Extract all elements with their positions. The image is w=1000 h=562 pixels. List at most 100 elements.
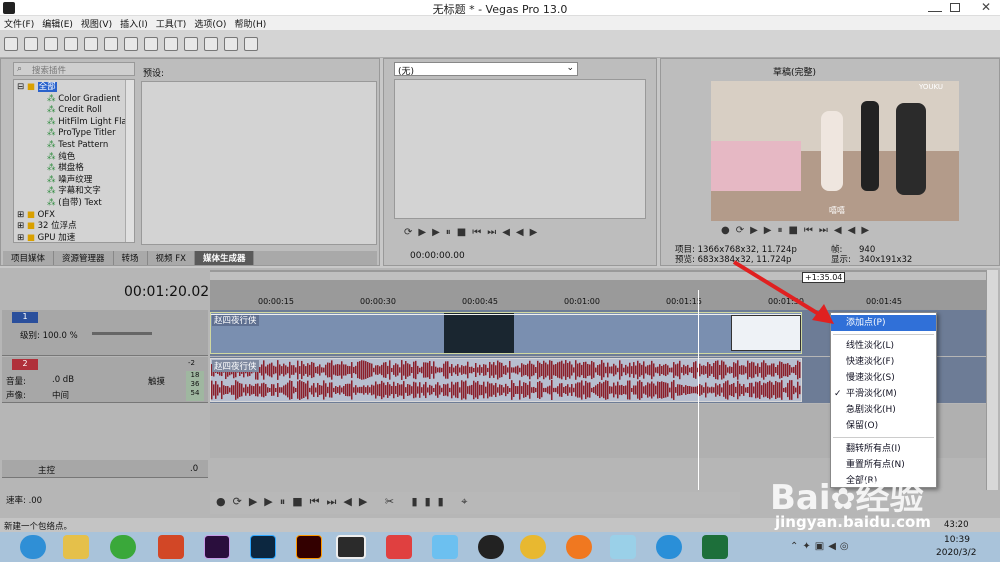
level-slider[interactable]: [92, 332, 152, 335]
baidu-watermark-url: jingyan.baidu.com: [775, 513, 931, 531]
menu-item-linear-fade[interactable]: 线性淡化(L): [831, 338, 936, 354]
tree-item-generator[interactable]: ⁂ 噪声纹理: [17, 175, 134, 187]
tree-item-generator[interactable]: ⁂ 棋盘格: [17, 163, 134, 175]
illustrator-icon[interactable]: [296, 535, 322, 559]
video-track-header[interactable]: 1 级别: 100.0 %: [2, 310, 208, 356]
tree-item-generator[interactable]: ⁂ (自带) Text: [17, 198, 134, 210]
app-icon[interactable]: [610, 535, 636, 559]
menu-item-add-point[interactable]: 添加点(P): [831, 315, 936, 331]
preview-quality[interactable]: 草稿(完整): [773, 65, 816, 78]
tab-explorer[interactable]: 资源管理器: [54, 251, 114, 265]
tree-item-32bit[interactable]: ⊞ ■ 32 位浮点: [17, 221, 134, 233]
open-icon[interactable]: [24, 37, 38, 51]
folder-icon: ■: [26, 221, 35, 232]
tree-item-generator[interactable]: ⁂ 字幕和文字: [17, 186, 134, 198]
undo-icon[interactable]: [184, 37, 198, 51]
chrome-icon[interactable]: [520, 535, 546, 559]
folder-icon: ■: [26, 209, 35, 220]
menu-help[interactable]: 帮助(H): [230, 16, 270, 31]
video-clip[interactable]: 赵四夜行侠: [210, 312, 802, 354]
vegas-icon[interactable]: [336, 535, 366, 559]
new-icon[interactable]: [4, 37, 18, 51]
wechat-icon[interactable]: [110, 535, 136, 559]
file-explorer-icon[interactable]: [63, 535, 89, 559]
tree-expand-icon: ⊞: [17, 232, 25, 243]
tree-item-generator[interactable]: ⁂ Test Pattern: [17, 140, 134, 152]
menu-insert[interactable]: 插入(I): [116, 16, 152, 31]
menu-item-fast-fade[interactable]: 快速淡化(F): [831, 354, 936, 370]
menu-file[interactable]: 文件(F): [0, 16, 38, 31]
close-button[interactable]: ✕: [973, 0, 999, 15]
tree-expand-icon: ⊟: [17, 82, 25, 92]
auto-crossfade-icon[interactable]: [244, 37, 258, 51]
menu-item-smooth-fade[interactable]: ✓ 平滑淡化(M): [831, 386, 936, 402]
premiere-icon[interactable]: [204, 535, 230, 559]
loop-region-bar[interactable]: [210, 272, 986, 280]
menu-edit[interactable]: 编辑(E): [38, 16, 77, 31]
tree-item-generator[interactable]: ⁂ ProType Titler: [17, 128, 134, 140]
cut-icon[interactable]: [124, 37, 138, 51]
automation-mode[interactable]: 触摸: [148, 375, 165, 387]
photoshop-icon[interactable]: [250, 535, 276, 559]
tab-video-fx[interactable]: 视频 FX: [148, 251, 195, 265]
tree-item-generator[interactable]: ⁂ Credit Roll: [17, 105, 134, 117]
tab-transitions[interactable]: 转场: [114, 251, 148, 265]
audio-track-header[interactable]: 2 音量: .0 dB 声像: 中间 触摸 -2 18 36 54: [2, 357, 208, 403]
menu-item-sharp-fade[interactable]: 急剧淡化(H): [831, 402, 936, 418]
tree-item-all[interactable]: ⊟ ■ 全部: [17, 82, 134, 94]
clip-label: 赵四夜行侠: [212, 314, 259, 326]
plugin-tree[interactable]: ⊟ ■ 全部 ⁂ Color Gradient ⁂ Credit Roll ⁂ …: [13, 79, 135, 243]
media-app-icon[interactable]: [386, 535, 412, 559]
properties-icon[interactable]: [104, 37, 118, 51]
tree-item-generator[interactable]: ⁂ Color Gradient: [17, 94, 134, 106]
qq-icon[interactable]: [478, 535, 504, 559]
tab-project-media[interactable]: 项目媒体: [3, 251, 55, 265]
plugin-icon: ⁂: [47, 151, 56, 162]
menu-item-hold[interactable]: 保留(O): [831, 418, 936, 434]
current-time: 00:01:20.02: [124, 284, 210, 300]
browser-icon[interactable]: [566, 535, 592, 559]
preset-list[interactable]: [141, 81, 377, 245]
plugin-icon: ⁂: [47, 93, 56, 104]
redo-icon[interactable]: [204, 37, 218, 51]
plugin-search[interactable]: ⌕ 搜索插件: [13, 62, 135, 76]
tree-item-ofx[interactable]: ⊞ ■ OFX: [17, 210, 134, 222]
trimmer-dropdown[interactable]: (无) ⌄: [394, 62, 578, 77]
app-icon[interactable]: [432, 535, 458, 559]
master-bus-header[interactable]: 主控 .0: [2, 460, 208, 478]
menu-tools[interactable]: 工具(T): [152, 16, 191, 31]
timeline-ruler[interactable]: +1:35.04 00:00:15 00:00:30 00:00:45 00:0…: [210, 270, 986, 310]
paw-icon: ✿: [830, 482, 856, 517]
plugin-icon: ⁂: [47, 139, 56, 150]
menu-item-flip-points[interactable]: 翻转所有点(I): [831, 441, 936, 457]
start-icon[interactable]: [20, 535, 46, 559]
app-icon[interactable]: [702, 535, 728, 559]
menu-item-slow-fade[interactable]: 慢速淡化(S): [831, 370, 936, 386]
save-icon[interactable]: [44, 37, 58, 51]
tree-item-gpu[interactable]: ⊞ ■ GPU 加速: [17, 232, 134, 243]
timeline-scrollbar[interactable]: [986, 270, 998, 490]
paste-icon[interactable]: [164, 37, 178, 51]
powerpoint-icon[interactable]: [158, 535, 184, 559]
ie-icon[interactable]: [656, 535, 682, 559]
tray-icons: ⌃✦▣◀◎: [790, 541, 853, 552]
envelope-context-menu: 添加点(P) 线性淡化(L) 快速淡化(F) 慢速淡化(S) ✓ 平滑淡化(M) …: [830, 312, 937, 488]
ruler-label: 00:00:45: [462, 297, 498, 306]
save-as-icon[interactable]: [64, 37, 78, 51]
tab-media-generators[interactable]: 媒体生成器: [194, 251, 255, 265]
tree-item-generator[interactable]: ⁂ 纯色: [17, 152, 134, 164]
envelope-line[interactable]: [211, 314, 801, 315]
trimmer-view[interactable]: [394, 79, 646, 219]
audio-clip[interactable]: 赵四夜行侠: [210, 358, 802, 402]
ruler-label: 00:01:45: [866, 297, 902, 306]
render-icon[interactable]: [84, 37, 98, 51]
minimize-button[interactable]: [928, 2, 942, 12]
tree-item-generator[interactable]: ⁂ HitFilm Light Fla: [17, 117, 134, 129]
menu-options[interactable]: 选项(O): [190, 16, 230, 31]
enable-snapping-icon[interactable]: [224, 37, 238, 51]
copy-icon[interactable]: [144, 37, 158, 51]
maximize-button[interactable]: [950, 3, 960, 12]
menu-view[interactable]: 视图(V): [77, 16, 116, 31]
tree-scrollbar[interactable]: [125, 80, 134, 242]
playhead-cursor[interactable]: [698, 290, 699, 490]
